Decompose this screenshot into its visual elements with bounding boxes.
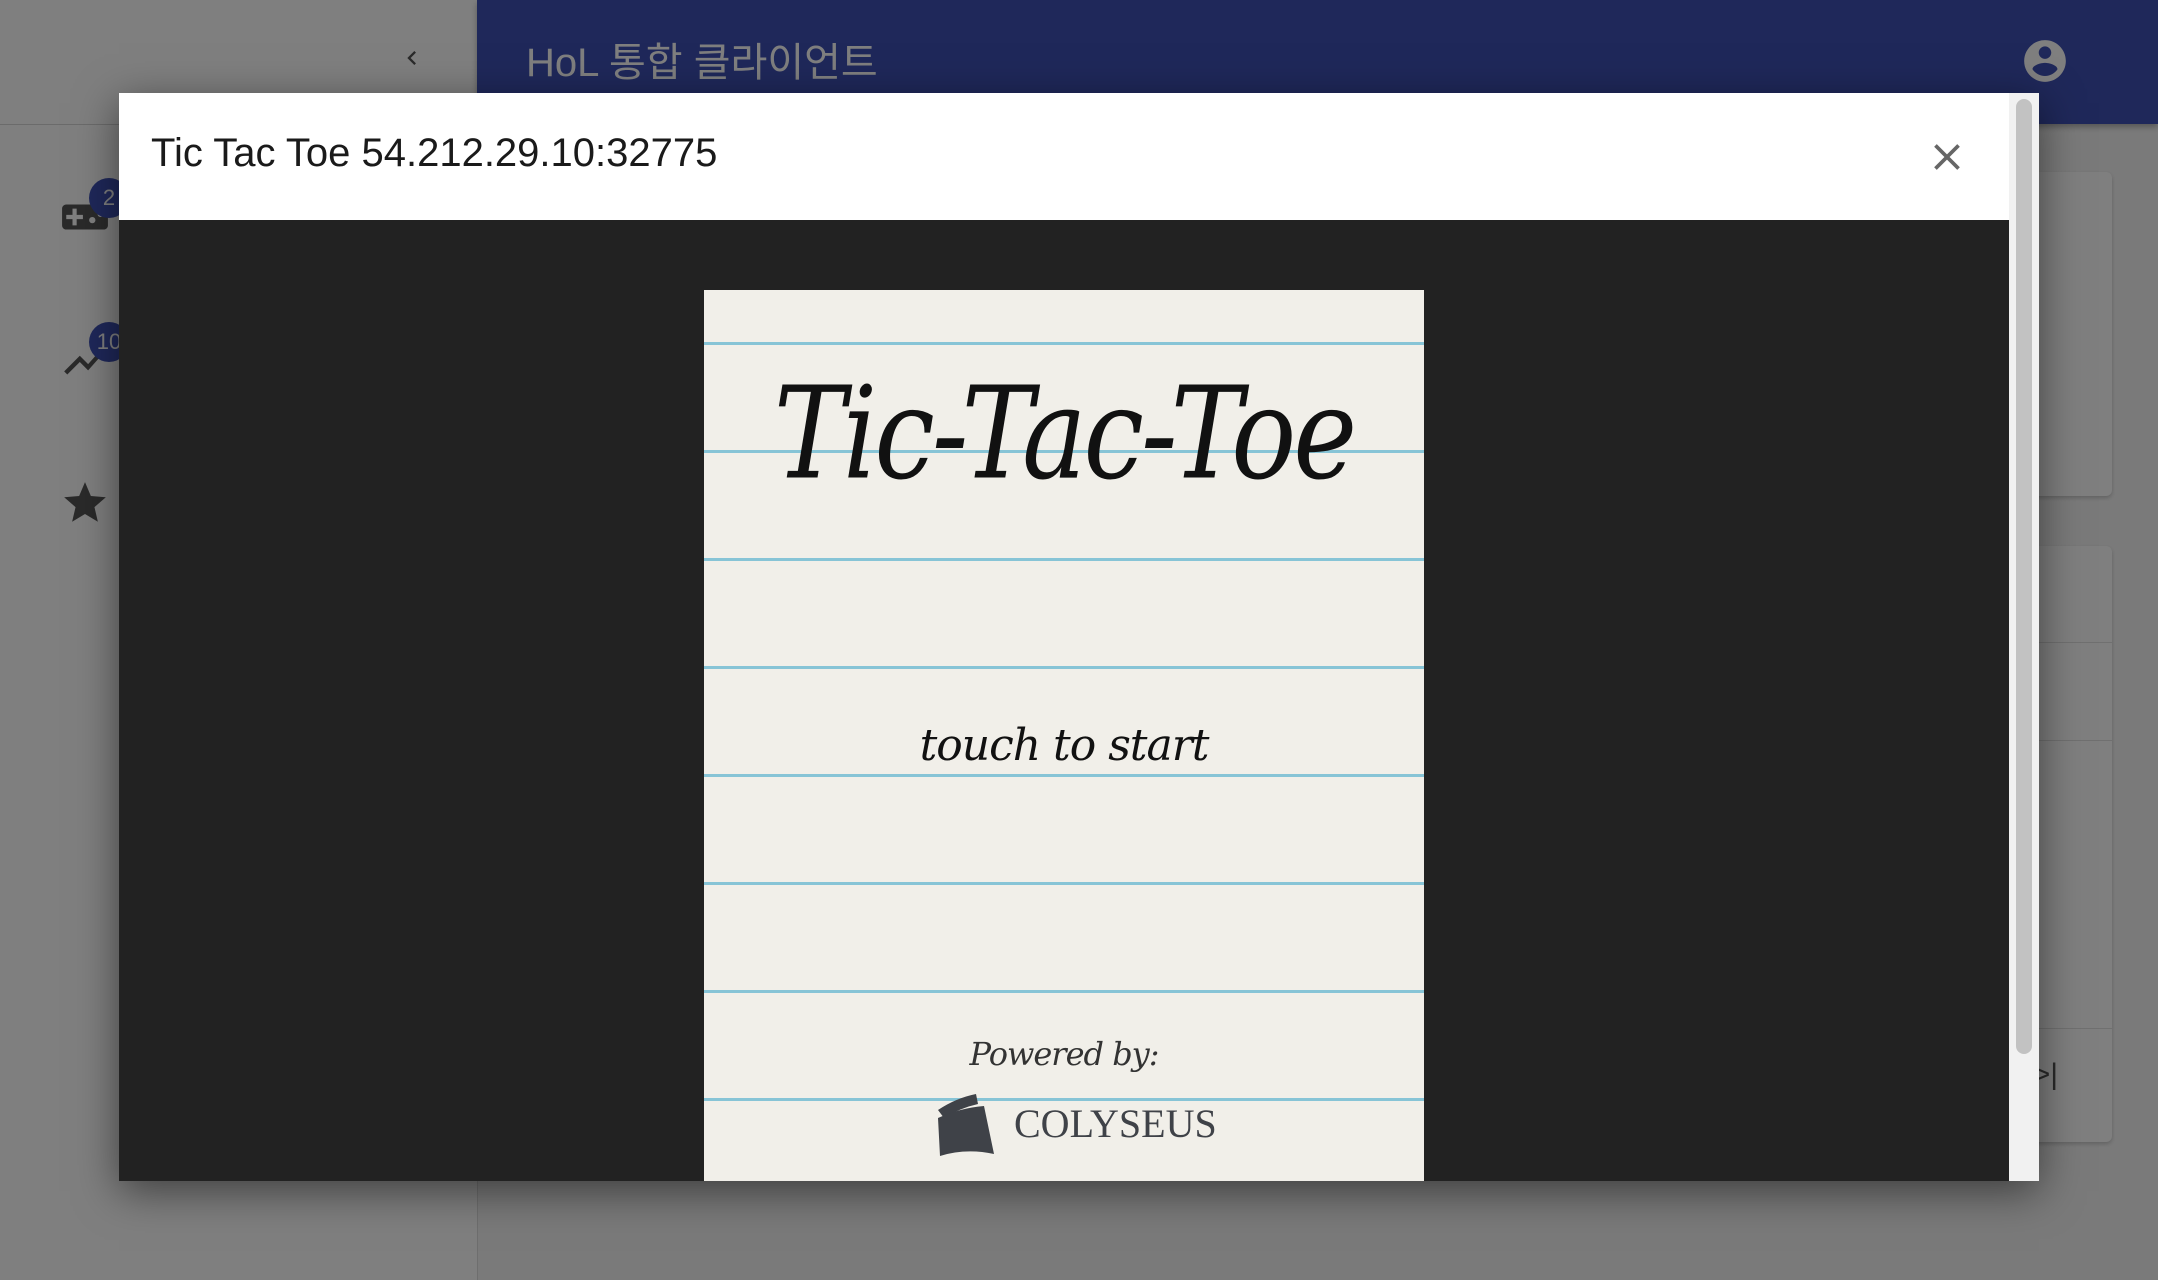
colyseus-logo: COLYSEUS [936,1090,1217,1156]
app-root: 2 10 HoL 통합 클라이언트 >| [0,0,2158,1280]
touch-to-start-prompt[interactable]: touch to start [704,720,1424,771]
dialog-scrollbar[interactable] [2009,93,2039,1181]
dialog-title: Tic Tac Toe 54.212.29.10:32775 [151,131,718,175]
close-icon [1934,144,1960,170]
game-dialog: Tic Tac Toe 54.212.29.10:32775 Tic-Tac-T… [119,93,2039,1181]
close-button[interactable] [1925,135,1969,179]
game-canvas[interactable]: Tic-Tac-Toe touch to start Powered by: C… [704,290,1424,1181]
scrollbar-thumb[interactable] [2016,99,2032,1054]
colyseus-brand-text: COLYSEUS [1014,1100,1217,1146]
game-title: Tic-Tac-Toe [773,360,1357,509]
powered-by-label: Powered by: [969,1035,1159,1073]
dialog-header: Tic Tac Toe 54.212.29.10:32775 [119,93,2009,220]
colyseus-logo-icon [938,1094,994,1156]
game-frame: Tic-Tac-Toe touch to start Powered by: C… [119,220,2009,1181]
